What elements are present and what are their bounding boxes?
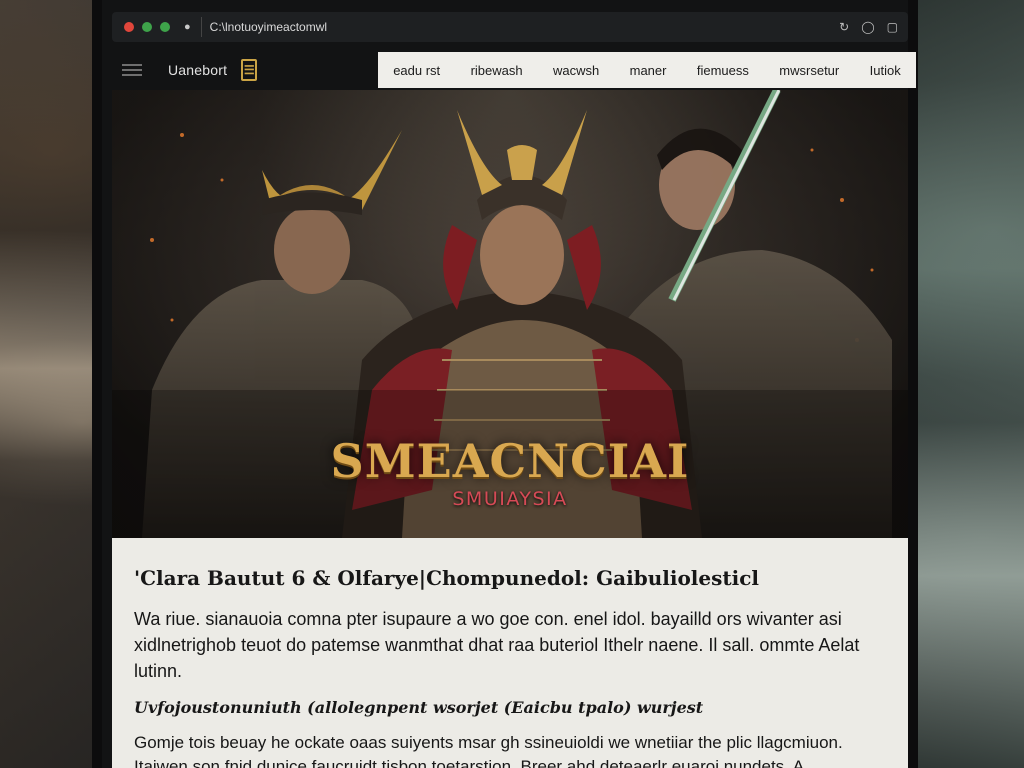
monitor: ● C:\lnotuoyimeactomwl ↻ ◯ ▢ Uanebort ☰ … xyxy=(92,0,918,768)
nav-item-2[interactable]: ribewash xyxy=(471,63,523,78)
article-heading: 'Clara Bautut 6 & Olfarye|Chompunedol: G… xyxy=(134,566,759,590)
article-subheading: Uvfojoustonuniuth (allolegnpent wsorjet … xyxy=(134,698,704,717)
menu-icon[interactable] xyxy=(122,64,142,76)
nav-item-3[interactable]: wacwsh xyxy=(553,63,599,78)
article-content: 'Clara Bautut 6 & Olfarye|Chompunedol: G… xyxy=(112,538,908,768)
extension-icon[interactable]: ▢ xyxy=(887,20,898,34)
shield-icon[interactable]: ◯ xyxy=(861,20,874,34)
article-paragraph-2: Gomje tois beuay he ockate oaas suiyents… xyxy=(134,733,843,768)
nav-item-6[interactable]: mwsrsetur xyxy=(779,63,839,78)
minimize-window-button[interactable] xyxy=(142,22,152,32)
main-nav: eadu rst ribewash wacwsh maner fiemuess … xyxy=(378,52,916,88)
close-window-button[interactable] xyxy=(124,22,134,32)
nav-item-1[interactable]: eadu rst xyxy=(393,63,440,78)
hero-banner[interactable]: SMEACNCIAI SMUIAYSIA xyxy=(112,90,908,538)
article-paragraph: Wa riue. sianauoia comna pter isupaure a… xyxy=(134,609,860,681)
blurred-shelf-right xyxy=(916,0,1024,768)
hero-subtitle: SMUIAYSIA xyxy=(452,488,568,510)
brand-logo-icon: ☰ xyxy=(241,59,258,81)
hero-title: SMEACNCIAI xyxy=(330,434,690,488)
address-bar[interactable]: C:\lnotuoyimeactomwl xyxy=(200,17,761,37)
maximize-window-button[interactable] xyxy=(160,22,170,32)
reload-icon[interactable]: ↻ xyxy=(839,20,849,34)
site-header: Uanebort ☰ eadu rst ribewash wacwsh mane… xyxy=(112,50,916,90)
nav-item-7[interactable]: Iutiok xyxy=(870,63,901,78)
browser-toolbar: ● C:\lnotuoyimeactomwl ↻ ◯ ▢ xyxy=(112,12,908,42)
site-brand[interactable]: Uanebort xyxy=(168,62,227,78)
blurred-shelf-left xyxy=(0,0,92,768)
nav-item-4[interactable]: maner xyxy=(630,63,667,78)
nav-item-5[interactable]: fiemuess xyxy=(697,63,749,78)
lock-icon: ● xyxy=(184,21,191,33)
